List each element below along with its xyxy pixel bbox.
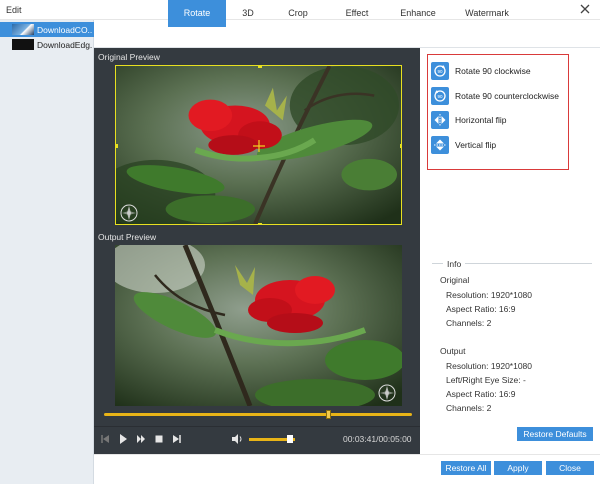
file-item-1[interactable]: DownloadCO... [0, 22, 94, 37]
play-icon[interactable] [118, 433, 128, 445]
file-name: DownloadEdg... [37, 39, 93, 50]
volume-icon[interactable] [231, 433, 243, 445]
tab-watermark[interactable]: Watermark [456, 0, 518, 27]
rotate-counterclockwise-label: Rotate 90 counterclockwise [455, 91, 559, 101]
svg-text:90: 90 [437, 69, 443, 74]
crop-handle[interactable] [258, 223, 262, 224]
timeline-knob[interactable] [326, 410, 332, 419]
file-list-sidebar [0, 20, 94, 484]
close-button[interactable]: Close [546, 461, 594, 475]
skip-forward-icon[interactable] [172, 433, 182, 445]
rotate-clockwise-label: Rotate 90 clockwise [455, 66, 531, 76]
vertical-flip-icon[interactable] [431, 136, 449, 154]
output-preview-frame [115, 245, 402, 406]
crop-handle[interactable] [400, 144, 401, 148]
tab-rotate[interactable]: Rotate [168, 0, 226, 27]
compass-icon [378, 384, 396, 402]
timeline-slider[interactable] [104, 413, 412, 416]
rotate-clockwise-option[interactable]: 90 Rotate 90 clockwise [431, 61, 531, 81]
window-title: Edit [6, 5, 22, 15]
original-heading: Original [440, 275, 470, 285]
restore-defaults-button[interactable]: Restore Defaults [517, 427, 593, 441]
output-preview-image [115, 245, 402, 406]
fast-forward-icon[interactable] [136, 433, 146, 445]
original-preview-frame[interactable] [115, 65, 402, 225]
stop-icon[interactable] [154, 433, 164, 445]
tab-enhance[interactable]: Enhance [394, 0, 442, 27]
file-item-2[interactable]: DownloadEdg... [0, 37, 94, 52]
output-channels: Channels: 2 [446, 403, 492, 413]
original-preview-label: Original Preview [98, 52, 160, 62]
tab-effect[interactable]: Effect [335, 0, 379, 27]
crop-handle[interactable] [258, 66, 262, 68]
original-channels: Channels: 2 [446, 318, 492, 328]
vertical-flip-label: Vertical flip [455, 140, 497, 150]
tab-crop[interactable]: Crop [278, 0, 318, 27]
info-group [432, 263, 592, 423]
output-preview-label: Output Preview [98, 232, 157, 242]
file-name: DownloadCO... [37, 24, 93, 35]
horizontal-flip-icon[interactable] [431, 111, 449, 129]
info-legend: Info [443, 259, 466, 269]
original-aspect-ratio: Aspect Ratio: 16:9 [446, 304, 516, 314]
tab-3d[interactable]: 3D [228, 0, 268, 27]
skip-back-icon[interactable] [100, 433, 110, 445]
file-thumbnail [12, 24, 34, 35]
close-icon[interactable] [578, 2, 592, 16]
horizontal-flip-option[interactable]: Horizontal flip [431, 110, 507, 130]
vertical-flip-option[interactable]: Vertical flip [431, 135, 496, 155]
original-resolution: Resolution: 1920*1080 [446, 290, 533, 300]
crop-handle[interactable] [116, 144, 118, 148]
playback-time: 00:03:41/00:05:00 [343, 434, 412, 444]
svg-text:90: 90 [437, 94, 443, 99]
apply-button[interactable]: Apply [494, 461, 542, 475]
volume-knob[interactable] [287, 435, 294, 443]
output-heading: Output [440, 346, 466, 356]
crosshair-icon [253, 140, 265, 152]
output-eye-size: Left/Right Eye Size: - [446, 375, 526, 385]
rotate-counterclockwise-option[interactable]: 90 Rotate 90 counterclockwise [431, 86, 559, 106]
rotate-clockwise-icon[interactable]: 90 [431, 62, 449, 80]
file-thumbnail [12, 39, 34, 50]
restore-all-button[interactable]: Restore All [441, 461, 491, 475]
horizontal-flip-label: Horizontal flip [455, 115, 507, 125]
output-aspect-ratio: Aspect Ratio: 16:9 [446, 389, 516, 399]
output-resolution: Resolution: 1920*1080 [446, 361, 533, 371]
rotate-counterclockwise-icon[interactable]: 90 [431, 87, 449, 105]
compass-icon [120, 204, 138, 222]
